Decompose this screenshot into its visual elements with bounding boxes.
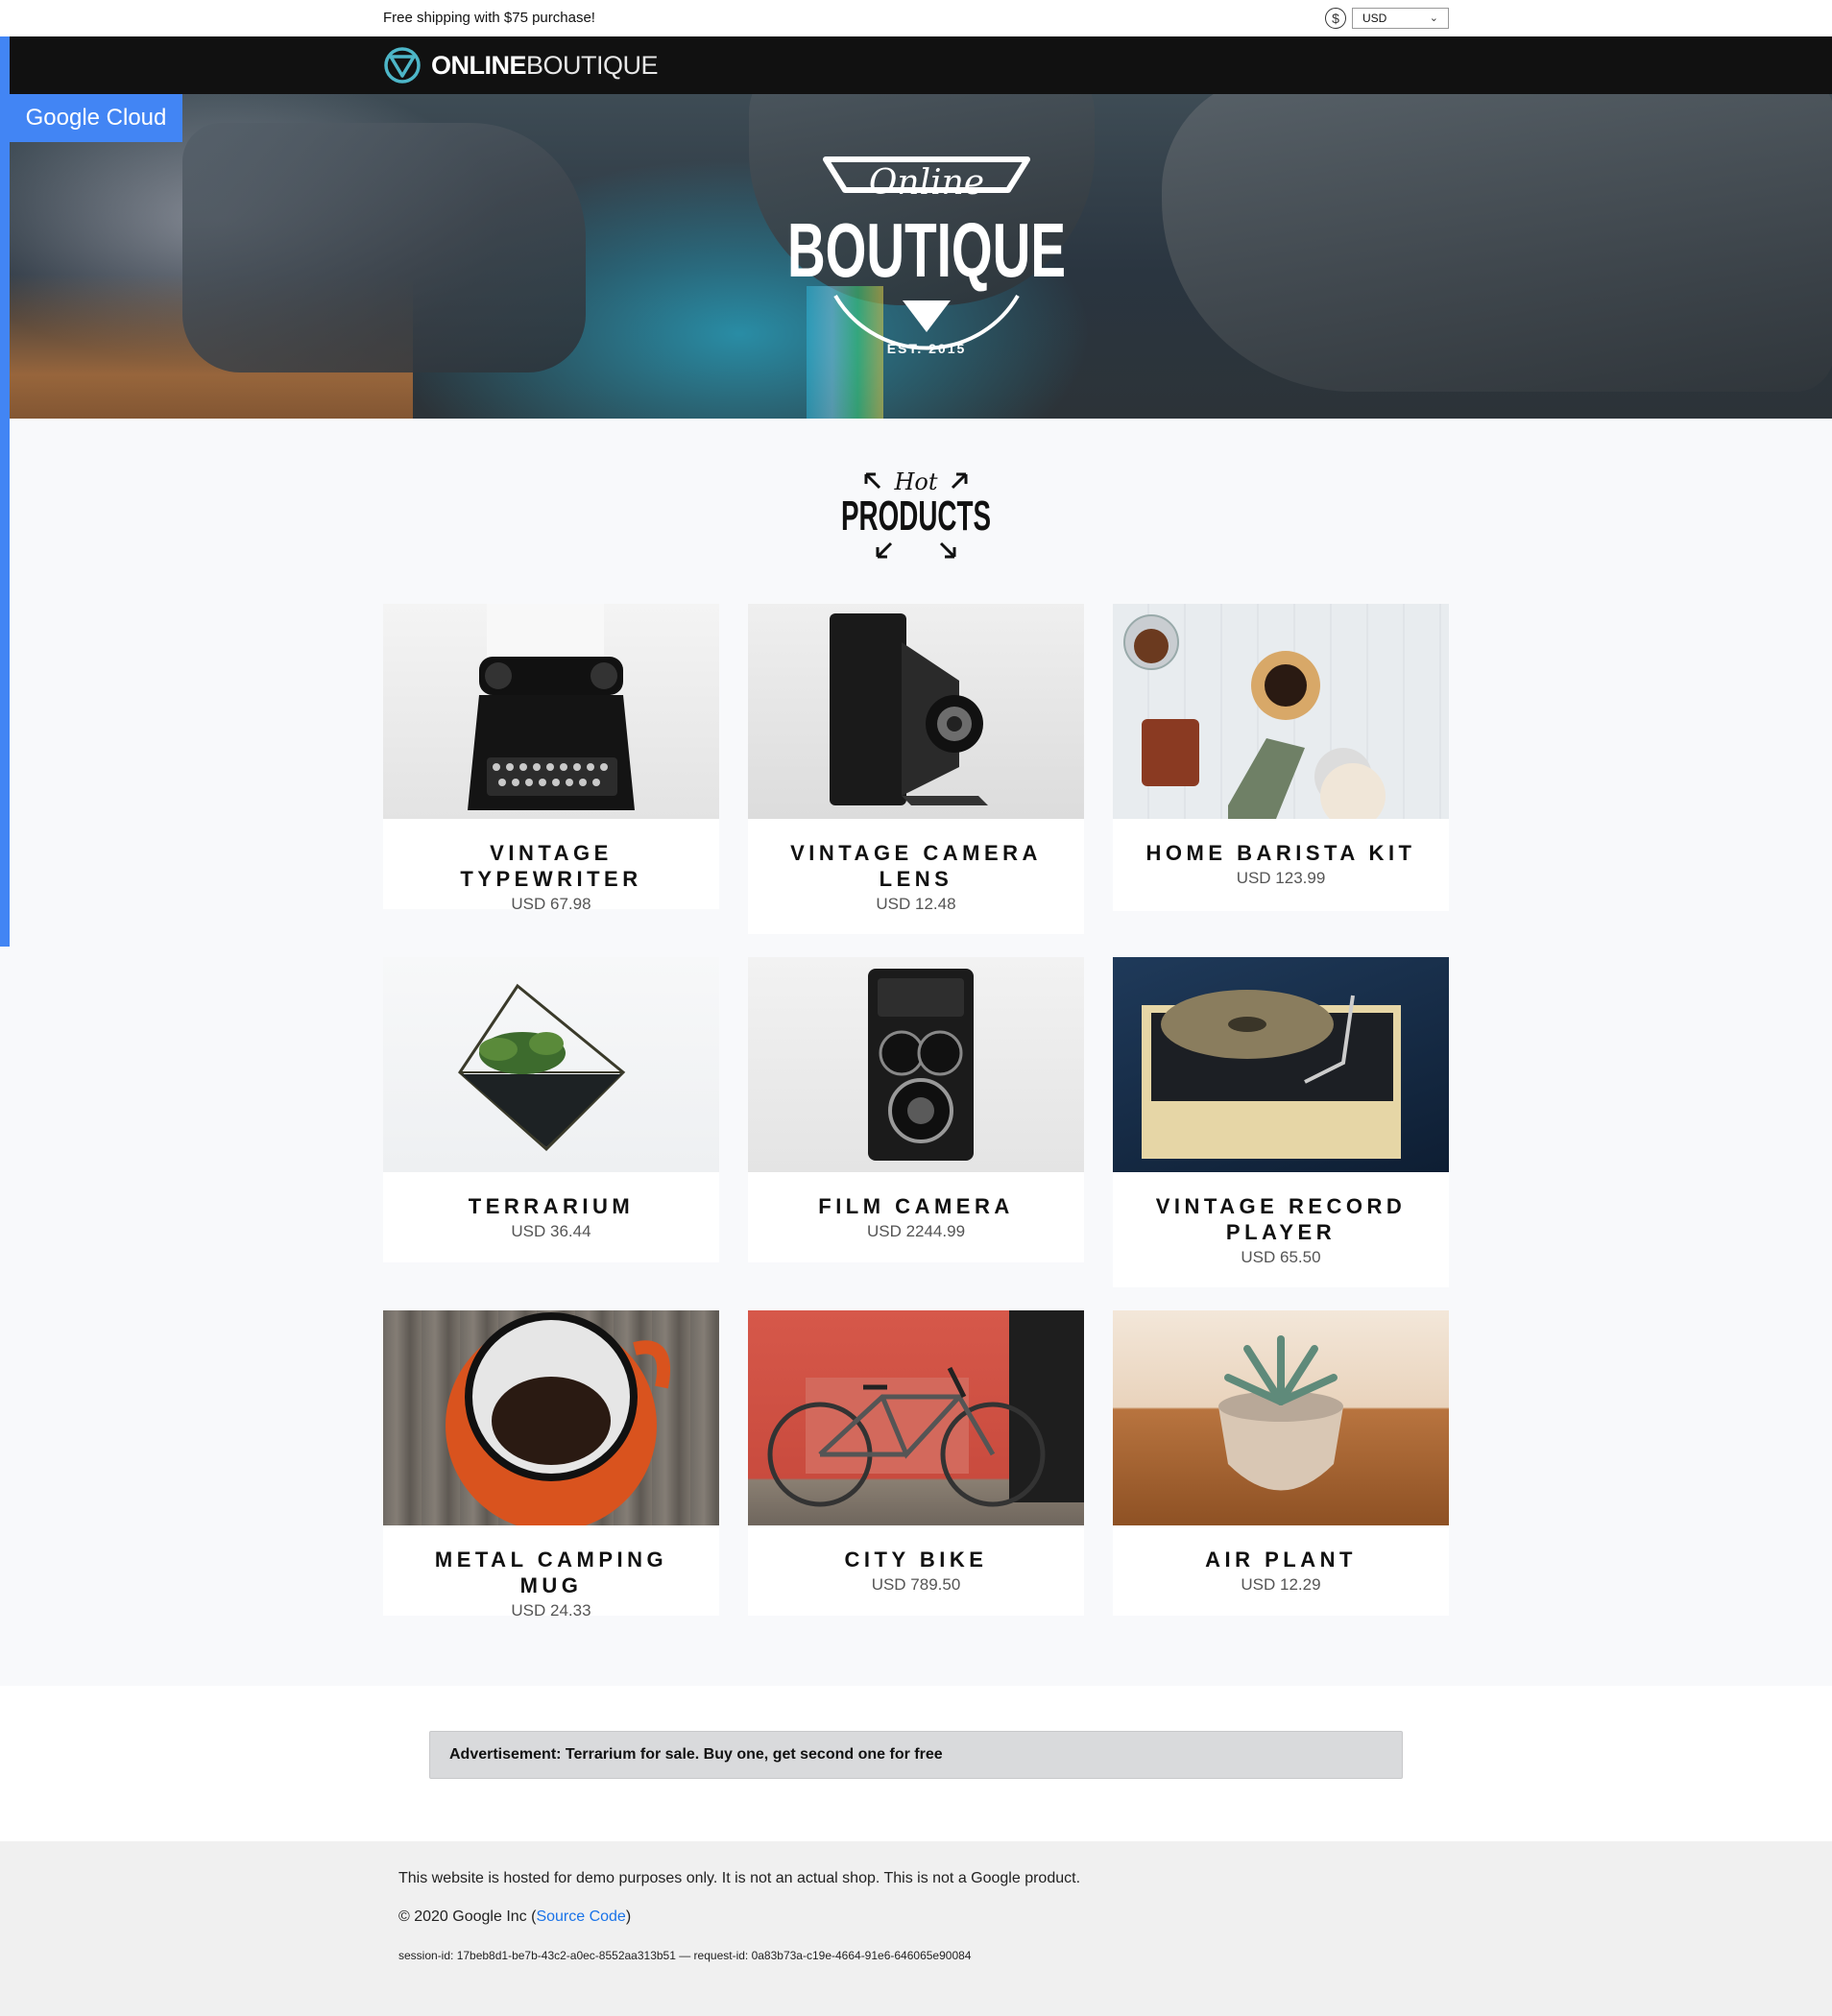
product-card-vintage-camera-lens[interactable]: Vintage Camera Lens USD 12.48 bbox=[748, 604, 1084, 934]
product-card-vintage-typewriter[interactable]: Vintage Typewriter USD 67.98 bbox=[383, 604, 719, 913]
camera-lens-art bbox=[830, 613, 988, 805]
city-bike-art bbox=[767, 1310, 1084, 1507]
barista-kit-art bbox=[1123, 614, 1386, 819]
hot-products-heading: Hot PRODUCTS bbox=[841, 468, 991, 559]
copyright-prefix: © 2020 Google Inc ( bbox=[398, 1908, 537, 1925]
hero-banner: Online BOUTIQUE EST. 2015 bbox=[10, 94, 1832, 419]
brand-name-bold: ONLINE bbox=[431, 50, 527, 80]
footer-session-info: session-id: 17beb8d1-be7b-43c2-a0ec-8552… bbox=[398, 1949, 972, 1962]
chevron-down-icon: ⌄ bbox=[1429, 12, 1438, 24]
product-card-city-bike[interactable]: City Bike USD 789.50 bbox=[748, 1310, 1084, 1616]
camping-mug-art bbox=[446, 1312, 671, 1525]
google-cloud-badge: Google Cloud bbox=[10, 94, 182, 142]
product-image-vintage-camera-lens[interactable] bbox=[748, 604, 1084, 819]
product-image-metal-camping-mug[interactable] bbox=[383, 1310, 719, 1525]
product-price: USD 36.44 bbox=[511, 1222, 591, 1240]
product-image-vintage-typewriter[interactable] bbox=[383, 604, 719, 819]
hero-logo-main: BOUTIQUE bbox=[787, 207, 1066, 293]
product-name[interactable]: City Bike bbox=[748, 1547, 1084, 1572]
product-price: USD 789.50 bbox=[871, 1575, 961, 1594]
dollar-coin-icon: $ bbox=[1325, 8, 1346, 29]
product-name[interactable]: Air Plant bbox=[1113, 1547, 1449, 1572]
product-card-film-camera[interactable]: Film Camera USD 2244.99 bbox=[748, 957, 1084, 1262]
product-name[interactable]: Terrarium bbox=[383, 1193, 719, 1219]
product-price: USD 24.33 bbox=[511, 1601, 591, 1620]
product-name[interactable]: Vintage Typewriter bbox=[383, 840, 719, 892]
air-plant-art bbox=[1218, 1335, 1343, 1491]
product-name[interactable]: Home Barista Kit bbox=[1113, 840, 1449, 866]
product-image-terrarium[interactable] bbox=[383, 957, 719, 1172]
terrarium-art bbox=[458, 983, 626, 1152]
product-price: USD 12.48 bbox=[876, 895, 956, 913]
product-name[interactable]: Vintage Record Player bbox=[1113, 1193, 1449, 1245]
record-player-art bbox=[1142, 990, 1401, 1159]
film-camera-art bbox=[868, 969, 974, 1161]
currency-select[interactable]: USD ⌄ bbox=[1352, 8, 1449, 29]
announcement-bar: Free shipping with $75 purchase! $ USD ⌄ bbox=[0, 0, 1832, 36]
hero-boutique-logo: Online BOUTIQUE EST. 2015 bbox=[787, 156, 1066, 356]
brand-name-light: BOUTIQUE bbox=[526, 50, 659, 80]
advertisement-banner[interactable]: Advertisement: Terrarium for sale. Buy o… bbox=[429, 1731, 1403, 1779]
footer-disclaimer: This website is hosted for demo purposes… bbox=[398, 1870, 1081, 1886]
hot-products-script: Hot bbox=[893, 468, 937, 495]
footer: This website is hosted for demo purposes… bbox=[0, 1841, 1832, 2016]
currency-selected-value: USD bbox=[1362, 12, 1387, 25]
typewriter-art bbox=[468, 604, 635, 810]
product-card-home-barista-kit[interactable]: Home Barista Kit USD 123.99 bbox=[1113, 604, 1449, 911]
product-price: USD 2244.99 bbox=[866, 1222, 966, 1240]
product-image-city-bike[interactable] bbox=[748, 1310, 1084, 1525]
hot-products-main: PRODUCTS bbox=[841, 492, 991, 540]
product-card-terrarium[interactable]: Terrarium USD 36.44 bbox=[383, 957, 719, 1262]
navbar: ONLINEBOUTIQUE bbox=[10, 36, 1832, 94]
product-name[interactable]: Film Camera bbox=[748, 1193, 1084, 1219]
hero-logo-script: Online bbox=[869, 163, 984, 203]
product-card-air-plant[interactable]: Air Plant USD 12.29 bbox=[1113, 1310, 1449, 1616]
footer-copyright: © 2020 Google Inc (Source Code) bbox=[398, 1908, 631, 1926]
product-name[interactable]: Metal Camping Mug bbox=[383, 1547, 719, 1598]
left-accent-bar bbox=[0, 36, 10, 947]
product-image-air-plant[interactable] bbox=[1113, 1310, 1449, 1525]
product-price: USD 12.29 bbox=[1241, 1575, 1321, 1594]
product-card-vintage-record-player[interactable]: Vintage Record Player USD 65.50 bbox=[1113, 957, 1449, 1287]
product-price: USD 123.99 bbox=[1236, 869, 1326, 887]
source-code-link[interactable]: Source Code bbox=[536, 1908, 625, 1925]
hero-logo-est: EST. 2015 bbox=[887, 341, 967, 356]
brand-logo-link[interactable]: ONLINEBOUTIQUE bbox=[383, 46, 659, 84]
copyright-suffix: ) bbox=[625, 1908, 632, 1925]
product-image-vintage-record-player[interactable] bbox=[1113, 957, 1449, 1172]
advertisement-section: Advertisement: Terrarium for sale. Buy o… bbox=[0, 1686, 1832, 1841]
product-price: USD 67.98 bbox=[511, 895, 591, 913]
brand-name: ONLINEBOUTIQUE bbox=[431, 50, 659, 81]
product-name[interactable]: Vintage Camera Lens bbox=[748, 840, 1084, 892]
shipping-notice: Free shipping with $75 purchase! bbox=[383, 10, 595, 26]
product-card-metal-camping-mug[interactable]: Metal Camping Mug USD 24.33 bbox=[383, 1310, 719, 1620]
product-image-film-camera[interactable] bbox=[748, 957, 1084, 1172]
product-image-home-barista-kit[interactable] bbox=[1113, 604, 1449, 819]
product-price: USD 65.50 bbox=[1241, 1248, 1321, 1266]
hero-shape-right bbox=[1162, 94, 1832, 392]
hero-shape-left bbox=[182, 123, 586, 372]
brand-logo-icon bbox=[384, 47, 421, 84]
